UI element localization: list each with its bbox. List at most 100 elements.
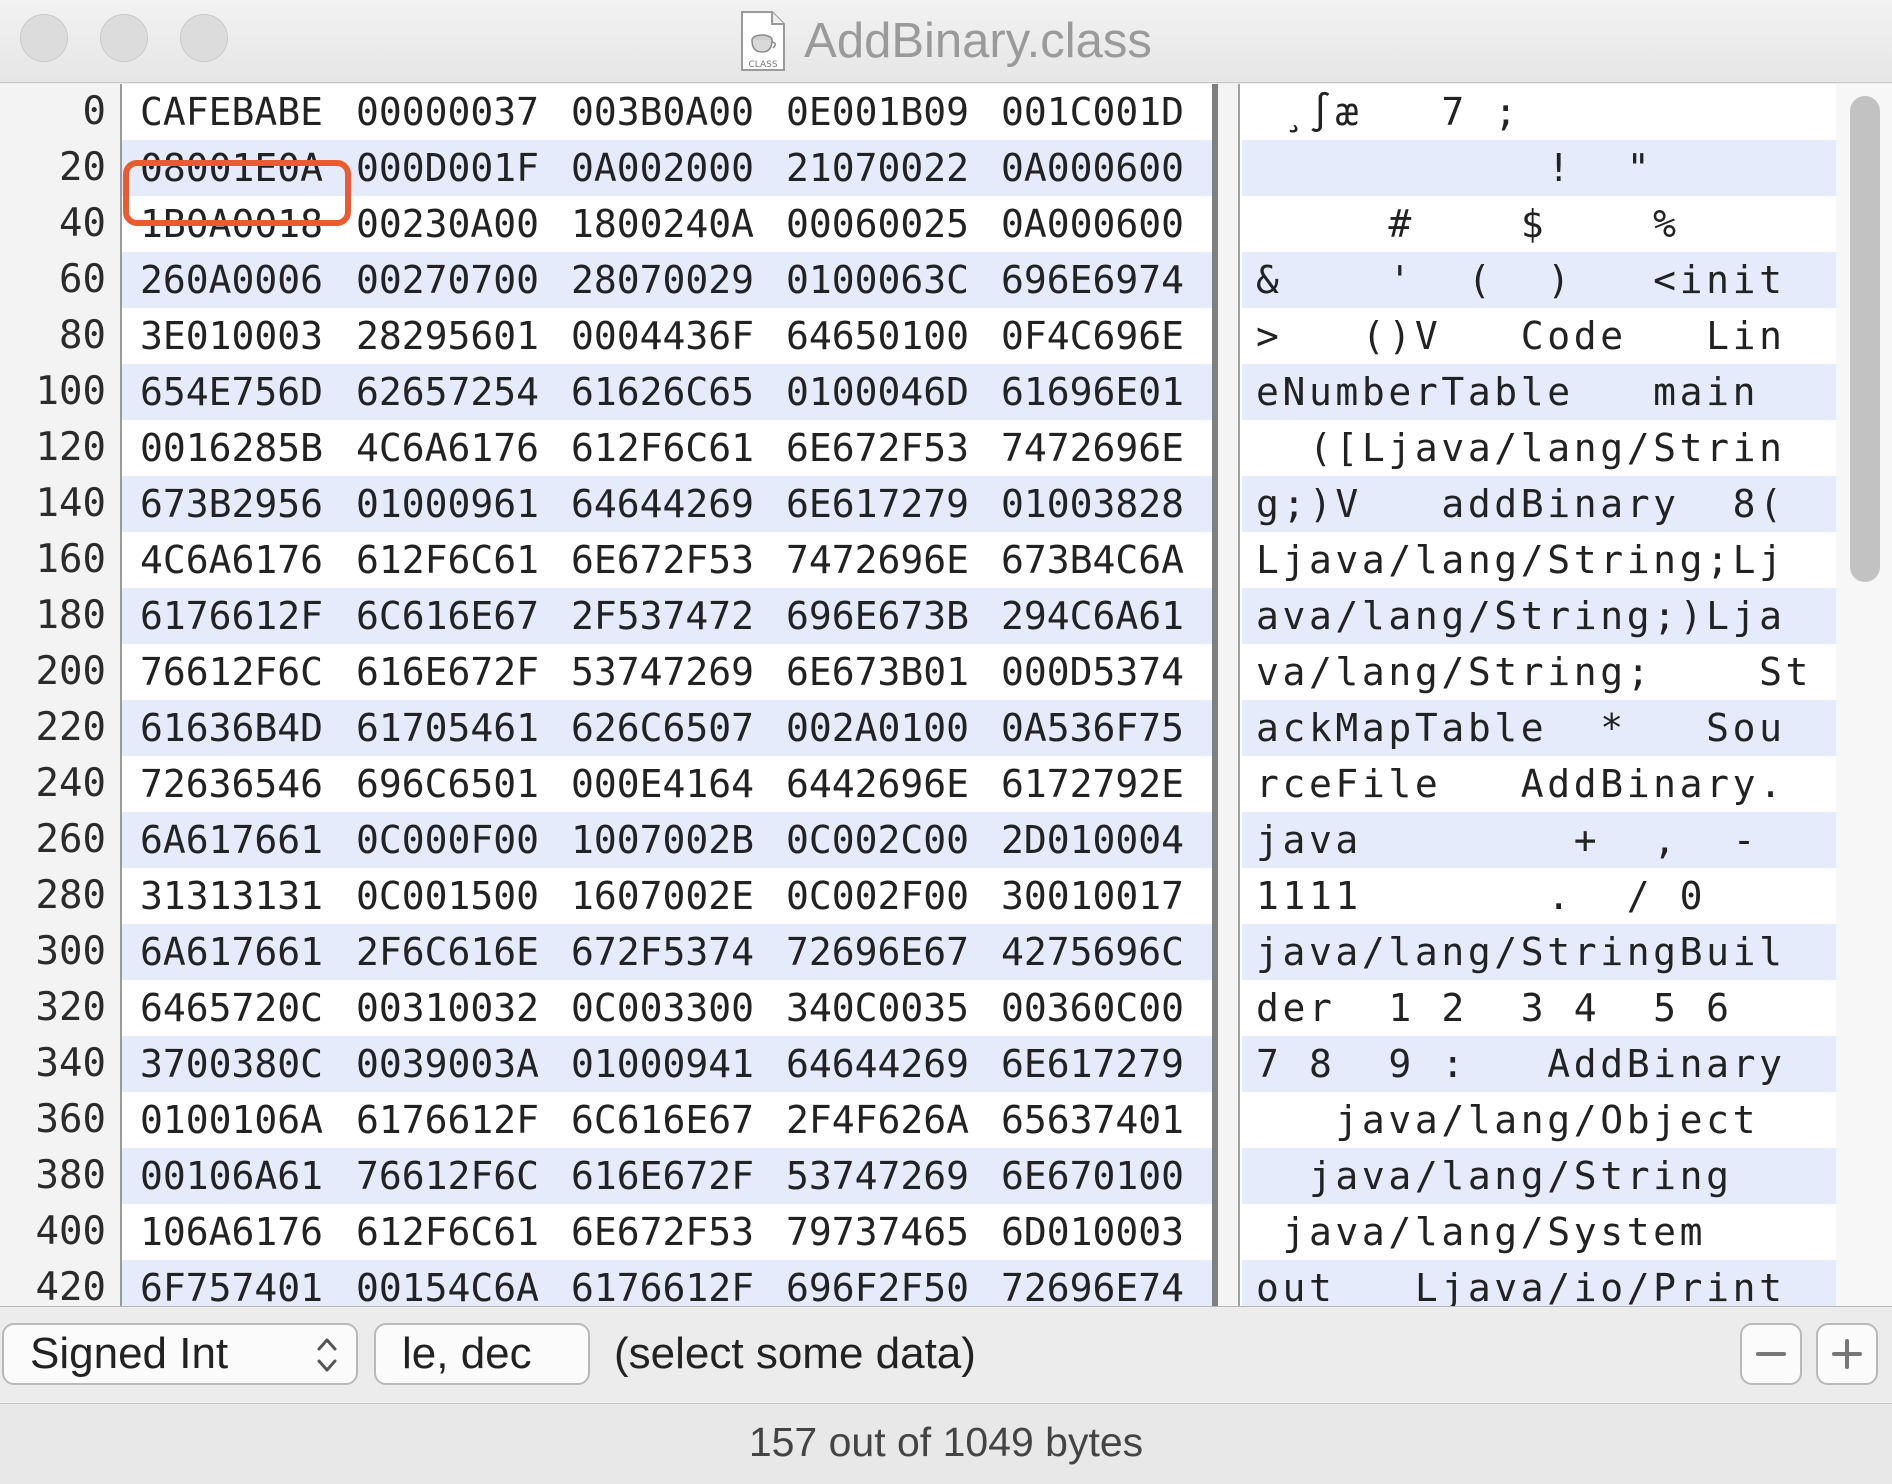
hex-byte-group[interactable]: 0C001500	[356, 868, 539, 924]
hex-byte-group[interactable]: 0016285B	[140, 420, 323, 476]
hex-row[interactable]: 400 106A6176 612F6C61 6E672F53 79737465 6D010…	[0, 1204, 1892, 1260]
hex-byte-group[interactable]: 616E672F	[356, 644, 539, 700]
hex-byte-group[interactable]: 0039003A	[356, 1036, 539, 1092]
hex-row[interactable]: 80 3E010003 28295601 0004436F 64650100 0F4C69…	[0, 308, 1892, 364]
hex-byte-group[interactable]: 612F6C61	[356, 1204, 539, 1260]
hex-byte-group[interactable]: 00310032	[356, 980, 539, 1036]
hex-byte-group[interactable]: 64644269	[786, 1036, 969, 1092]
hex-row[interactable]: 340 3700380C 0039003A 01000941 64644269 6E617…	[0, 1036, 1892, 1092]
ascii-text[interactable]: java/lang/System	[1256, 1204, 1706, 1260]
hex-row[interactable]: 160 4C6A6176 612F6C61 6E672F53 7472696E 673B4…	[0, 532, 1892, 588]
hex-byte-group[interactable]: 31313131	[140, 868, 323, 924]
ascii-text[interactable]: ! "	[1256, 140, 1653, 196]
hex-byte-group[interactable]: 6442696E	[786, 756, 969, 812]
hex-byte-group[interactable]: 6E670100	[1001, 1148, 1184, 1204]
hex-byte-group[interactable]: 4275696C	[1001, 924, 1184, 980]
hex-byte-group[interactable]: 654E756D	[140, 364, 323, 420]
hex-byte-group[interactable]: 6E672F53	[571, 1204, 754, 1260]
hex-row[interactable]: 380 00106A61 76612F6C 616E672F 53747269 6E670…	[0, 1148, 1892, 1204]
hex-byte-group[interactable]: 6D010003	[1001, 1204, 1184, 1260]
hex-row[interactable]: 120 0016285B 4C6A6176 612F6C61 6E672F53 74726…	[0, 420, 1892, 476]
hex-byte-group[interactable]: 1007002B	[571, 812, 754, 868]
hex-byte-group[interactable]: 0004436F	[571, 308, 754, 364]
hex-byte-group[interactable]: 672F5374	[571, 924, 754, 980]
hex-byte-group[interactable]: 000D001F	[356, 140, 539, 196]
hex-byte-group[interactable]: 673B4C6A	[1001, 532, 1184, 588]
ascii-text[interactable]: > ()V Code Lin	[1256, 308, 1786, 364]
ascii-text[interactable]: 7 8 9 : AddBinary	[1256, 1036, 1786, 1092]
hex-row[interactable]: 200 76612F6C 616E672F 53747269 6E673B01 000D5…	[0, 644, 1892, 700]
hex-row[interactable]: 240 72636546 696C6501 000E4164 6442696E 61727…	[0, 756, 1892, 812]
hex-byte-group[interactable]: 65637401	[1001, 1092, 1184, 1148]
hex-byte-group[interactable]: 7472696E	[1001, 420, 1184, 476]
ascii-text[interactable]: va/lang/String; St	[1256, 644, 1812, 700]
hex-byte-group[interactable]: 0100106A	[140, 1092, 323, 1148]
hex-byte-group[interactable]: 21070022	[786, 140, 969, 196]
hex-byte-group[interactable]: 6E672F53	[786, 420, 969, 476]
hex-byte-group[interactable]: 6176612F	[356, 1092, 539, 1148]
hex-byte-group[interactable]: 0A002000	[571, 140, 754, 196]
hex-byte-group[interactable]: 76612F6C	[356, 1148, 539, 1204]
hex-row[interactable]: 180 6176612F 6C616E67 2F537472 696E673B 294C6…	[0, 588, 1892, 644]
hex-byte-group[interactable]: 79737465	[786, 1204, 969, 1260]
hex-byte-group[interactable]: 6176612F	[140, 588, 323, 644]
hex-byte-group[interactable]: 30010017	[1001, 868, 1184, 924]
hex-byte-group[interactable]: 4C6A6176	[140, 532, 323, 588]
hex-byte-group[interactable]: 002A0100	[786, 700, 969, 756]
hex-row[interactable]: 0 CAFEBABE 00000037 003B0A00 0E001B09 001C001…	[0, 84, 1892, 140]
hex-byte-group[interactable]: 1607002E	[571, 868, 754, 924]
hex-byte-group[interactable]: 612F6C61	[571, 420, 754, 476]
ascii-text[interactable]: eNumberTable main	[1256, 364, 1759, 420]
hex-byte-group[interactable]: 6E617279	[1001, 1036, 1184, 1092]
ascii-text[interactable]: ava/lang/String;)Lja	[1256, 588, 1786, 644]
data-type-select[interactable]: Signed Int	[2, 1323, 358, 1385]
hex-byte-group[interactable]: 61705461	[356, 700, 539, 756]
hex-byte-group[interactable]: 2F6C616E	[356, 924, 539, 980]
hex-byte-group[interactable]: 7472696E	[786, 532, 969, 588]
endianness-button[interactable]: le, dec	[374, 1323, 590, 1385]
hex-row[interactable]: 60 260A0006 00270700 28070029 0100063C 696E69…	[0, 252, 1892, 308]
ascii-text[interactable]: ackMapTable * Sou	[1256, 700, 1786, 756]
hex-byte-group[interactable]: 0C002F00	[786, 868, 969, 924]
hex-byte-group[interactable]: 000D5374	[1001, 644, 1184, 700]
hex-row[interactable]: 220 61636B4D 61705461 626C6507 002A0100 0A536…	[0, 700, 1892, 756]
hex-byte-group[interactable]: 28070029	[571, 252, 754, 308]
hex-byte-group[interactable]: 64650100	[786, 308, 969, 364]
ascii-text[interactable]: ([Ljava/lang/Strin	[1256, 420, 1786, 476]
hex-byte-group[interactable]: 612F6C61	[356, 532, 539, 588]
hex-byte-group[interactable]: 61636B4D	[140, 700, 323, 756]
hex-byte-group[interactable]: 00360C00	[1001, 980, 1184, 1036]
hex-row[interactable]: 140 673B2956 01000961 64644269 6E617279 01003…	[0, 476, 1892, 532]
hex-byte-group[interactable]: 1800240A	[571, 196, 754, 252]
hex-byte-group[interactable]: 0A000600	[1001, 196, 1184, 252]
hex-byte-group[interactable]: 2D010004	[1001, 812, 1184, 868]
add-inspector-button[interactable]	[1816, 1323, 1878, 1385]
hex-byte-group[interactable]: 61696E01	[1001, 364, 1184, 420]
hex-byte-group[interactable]: CAFEBABE	[140, 84, 323, 140]
hex-byte-group[interactable]: 106A6176	[140, 1204, 323, 1260]
hex-byte-group[interactable]: 53747269	[786, 1148, 969, 1204]
hex-byte-group[interactable]: 6172792E	[1001, 756, 1184, 812]
hex-byte-group[interactable]: 6C616E67	[571, 1092, 754, 1148]
hex-byte-group[interactable]: 6C616E67	[356, 588, 539, 644]
hex-byte-group[interactable]: 00060025	[786, 196, 969, 252]
hex-row[interactable]: 280 31313131 0C001500 1607002E 0C002F00 30010…	[0, 868, 1892, 924]
ascii-text[interactable]: rceFile AddBinary.	[1256, 756, 1786, 812]
hex-byte-group[interactable]: 0C000F00	[356, 812, 539, 868]
hex-byte-group[interactable]: 000E4164	[571, 756, 754, 812]
hex-byte-group[interactable]: 01003828	[1001, 476, 1184, 532]
hex-row[interactable]: 360 0100106A 6176612F 6C616E67 2F4F626A 65637…	[0, 1092, 1892, 1148]
hex-byte-group[interactable]: 6465720C	[140, 980, 323, 1036]
ascii-text[interactable]: java/lang/Object	[1256, 1092, 1759, 1148]
hex-byte-group[interactable]: 3E010003	[140, 308, 323, 364]
hex-byte-group[interactable]: 6E617279	[786, 476, 969, 532]
hex-view[interactable]: 0 CAFEBABE 00000037 003B0A00 0E001B09 001C001…	[0, 84, 1892, 1316]
hex-row[interactable]: 100 654E756D 62657254 61626C65 0100046D 61696…	[0, 364, 1892, 420]
hex-byte-group[interactable]: 6A617661	[140, 812, 323, 868]
hex-byte-group[interactable]: 0A000600	[1001, 140, 1184, 196]
hex-byte-group[interactable]: 0C003300	[571, 980, 754, 1036]
hex-byte-group[interactable]: 00230A00	[356, 196, 539, 252]
ascii-text[interactable]: der 1 2 3 4 5 6	[1256, 980, 1733, 1036]
hex-byte-group[interactable]: 0100063C	[786, 252, 969, 308]
ascii-text[interactable]: g;)V addBinary 8(	[1256, 476, 1786, 532]
